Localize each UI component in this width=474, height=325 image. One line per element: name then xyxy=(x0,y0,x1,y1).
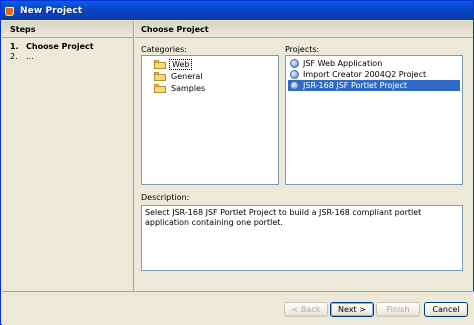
description-text: Select JSR-168 JSF Portlet Project to bu… xyxy=(145,208,422,227)
step-item-1: 1. Choose Project xyxy=(2,42,133,52)
project-type-icon xyxy=(290,59,299,68)
project-item-selected[interactable]: JSR-168 JSF Portlet Project xyxy=(288,80,460,91)
description-box: Select JSR-168 JSF Portlet Project to bu… xyxy=(141,205,463,271)
project-label: Import Creator 2004Q2 Project xyxy=(303,70,427,79)
categories-label: Categories: xyxy=(141,45,187,54)
project-item[interactable]: JSF Web Application xyxy=(288,58,460,69)
project-label: JSF Web Application xyxy=(303,59,383,68)
category-label: Web xyxy=(169,59,193,70)
next-button[interactable]: Next > xyxy=(330,302,374,317)
project-item[interactable]: Import Creator 2004Q2 Project xyxy=(288,69,460,80)
category-item-web[interactable]: Web xyxy=(154,59,193,70)
step-item-2: 2. ... xyxy=(2,52,133,62)
page-title: Choose Project xyxy=(135,21,473,38)
folder-icon xyxy=(154,60,166,69)
new-project-dialog: New Project Steps 1. Choose Project 2. .… xyxy=(0,0,474,325)
window-title: New Project xyxy=(20,5,83,16)
project-label: JSR-168 JSF Portlet Project xyxy=(303,81,408,90)
java-cup-icon xyxy=(4,5,16,17)
back-button[interactable]: < Back xyxy=(284,302,328,317)
category-label: General xyxy=(171,72,203,81)
main-panel: Choose Project Categories: Web General S… xyxy=(135,21,473,291)
project-type-icon xyxy=(290,81,299,90)
description-label: Description: xyxy=(141,193,190,202)
category-label: Samples xyxy=(171,84,206,93)
finish-button[interactable]: Finish xyxy=(376,302,420,317)
category-item-samples[interactable]: Samples xyxy=(154,83,207,94)
step-label: ... xyxy=(26,52,34,61)
step-label: Choose Project xyxy=(26,42,94,51)
title-bar[interactable]: New Project xyxy=(1,1,473,20)
categories-tree[interactable]: Web General Samples xyxy=(141,55,279,185)
cancel-button[interactable]: Cancel xyxy=(424,302,468,317)
step-number: 1. xyxy=(10,42,19,51)
projects-label: Projects: xyxy=(285,45,320,54)
step-number: 2. xyxy=(10,52,18,61)
steps-heading: Steps xyxy=(2,21,133,38)
folder-icon xyxy=(154,84,166,93)
steps-panel: Steps 1. Choose Project 2. ... xyxy=(2,21,134,291)
folder-icon xyxy=(154,72,166,81)
button-bar: < Back Next > Finish Cancel xyxy=(2,291,474,325)
projects-list[interactable]: JSF Web Application Import Creator 2004Q… xyxy=(285,55,463,185)
category-item-general[interactable]: General xyxy=(154,71,205,82)
project-type-icon xyxy=(290,70,299,79)
